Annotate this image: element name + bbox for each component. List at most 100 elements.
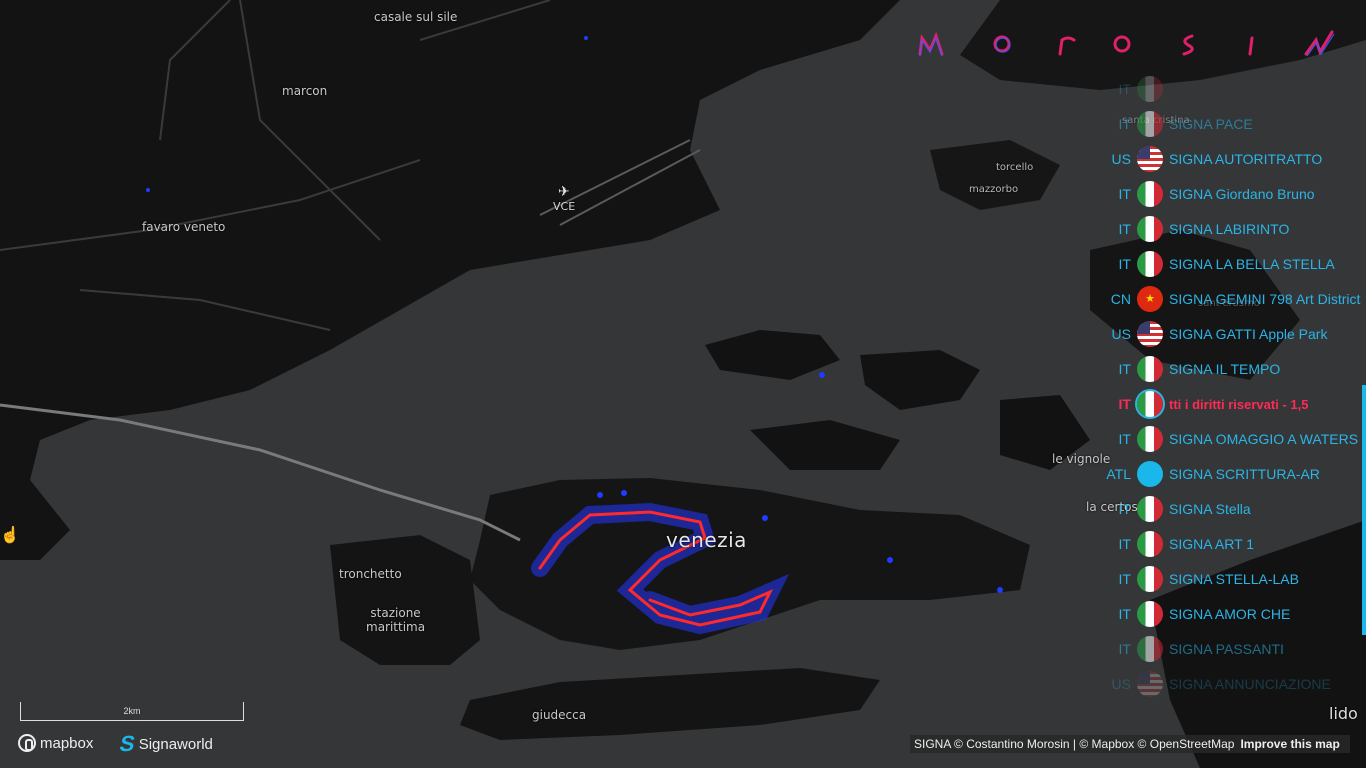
- artwork-item[interactable]: IT SIGNA Stella: [1096, 494, 1366, 524]
- it-flag-icon: [1137, 76, 1163, 102]
- place-airport: VCE: [553, 200, 576, 213]
- place-giudecca: giudecca: [532, 708, 587, 722]
- artwork-item[interactable]: ATL SIGNA SCRITTURA-AR: [1096, 459, 1366, 489]
- artwork-country-code: IT: [1118, 641, 1131, 657]
- artwork-item[interactable]: IT SIGNA STELLA-LAB: [1096, 564, 1366, 594]
- improve-map-link[interactable]: Improve this map: [1240, 737, 1339, 751]
- it-flag-icon: [1137, 426, 1163, 452]
- artwork-country-code: US: [1111, 151, 1131, 167]
- artwork-country-code: IT: [1118, 606, 1131, 622]
- attribution-text[interactable]: SIGNA © Costantino Morosin | © Mapbox © …: [914, 737, 1234, 751]
- mapbox-logo[interactable]: mapbox: [18, 734, 93, 752]
- artwork-title[interactable]: SIGNA Giordano Bruno: [1169, 186, 1315, 202]
- us-flag-icon: [1137, 146, 1163, 172]
- place-casale: casale sul sile: [374, 10, 458, 24]
- map-attribution: SIGNA © Costantino Morosin | © Mapbox © …: [910, 735, 1350, 753]
- artwork-item[interactable]: IT tti i diritti riservati - 1,5: [1096, 389, 1366, 419]
- artwork-item[interactable]: IT SIGNA OMAGGIO A WATERS: [1096, 424, 1366, 454]
- artwork-country-code: IT: [1118, 501, 1131, 517]
- artwork-country-code: IT: [1118, 81, 1131, 97]
- artwork-country-code: ATL: [1106, 466, 1131, 482]
- it-flag-icon: [1137, 601, 1163, 627]
- mapbox-label: mapbox: [40, 734, 94, 752]
- us-flag-icon: [1137, 671, 1163, 697]
- artwork-title[interactable]: SIGNA LABIRINTO: [1169, 221, 1289, 237]
- artwork-item[interactable]: IT SIGNA Giordano Bruno: [1096, 179, 1366, 209]
- it-flag-icon: [1137, 531, 1163, 557]
- artwork-country-code: IT: [1118, 186, 1131, 202]
- artwork-item[interactable]: CN ★ SIGNA GEMINI 798 Art District: [1096, 284, 1366, 314]
- place-favaro: favaro veneto: [142, 220, 226, 234]
- artwork-title[interactable]: SIGNA ANNUNCIAZIONE: [1169, 676, 1331, 692]
- it-flag-icon: [1137, 251, 1163, 277]
- artwork-title[interactable]: SIGNA GEMINI 798 Art District: [1169, 291, 1360, 307]
- artwork-title[interactable]: SIGNA SCRITTURA-AR: [1169, 466, 1320, 482]
- venezia-island: [470, 478, 1030, 650]
- mainland-land: [0, 0, 900, 560]
- it-flag-icon: [1137, 566, 1163, 592]
- signaworld-label: Signaworld: [138, 735, 213, 753]
- morosin-logo[interactable]: [912, 20, 1352, 70]
- artwork-item[interactable]: IT SIGNA ART 1: [1096, 529, 1366, 559]
- artwork-item[interactable]: US SIGNA AUTORITRATTO: [1096, 144, 1366, 174]
- place-venezia: venezia: [666, 528, 747, 552]
- artwork-item[interactable]: IT SIGNA IL TEMPO: [1096, 354, 1366, 384]
- airport-icon: ✈: [558, 184, 570, 200]
- artwork-title[interactable]: SIGNA AMOR CHE: [1169, 606, 1290, 622]
- artwork-item[interactable]: IT SIGNA PACE: [1096, 109, 1366, 139]
- place-mazzorbo: mazzorbo: [969, 184, 1019, 195]
- mid-island-c: [750, 420, 900, 470]
- artwork-item[interactable]: US SIGNA ANNUNCIAZIONE: [1096, 669, 1366, 699]
- place-stazione-marittima: stazione marittima: [366, 606, 426, 634]
- signaworld-icon: S: [117, 731, 138, 756]
- map-scale: 2km: [20, 702, 244, 721]
- it-flag-icon: [1137, 181, 1163, 207]
- liberta-bridge: [0, 403, 521, 542]
- artwork-country-code: IT: [1118, 221, 1131, 237]
- artwork-title[interactable]: SIGNA GATTI Apple Park: [1169, 326, 1327, 342]
- artwork-item[interactable]: IT SIGNA AMOR CHE: [1096, 599, 1366, 629]
- artwork-title[interactable]: SIGNA ART 1: [1169, 536, 1254, 552]
- artwork-country-code: IT: [1118, 431, 1131, 447]
- mid-island-b: [860, 350, 980, 410]
- place-marcon: marcon: [282, 84, 328, 98]
- it-flag-icon: [1137, 636, 1163, 662]
- artwork-country-code: US: [1111, 676, 1131, 692]
- it-flag-icon: [1137, 356, 1163, 382]
- artwork-title[interactable]: SIGNA PASSANTI: [1169, 641, 1284, 657]
- mid-island-a: [705, 330, 840, 380]
- artwork-title[interactable]: SIGNA Stella: [1169, 501, 1251, 517]
- artwork-item[interactable]: US SIGNA GATTI Apple Park: [1096, 319, 1366, 349]
- artwork-title[interactable]: tti i diritti riservati - 1,5: [1169, 397, 1308, 412]
- artwork-country-code: IT: [1118, 361, 1131, 377]
- artwork-item[interactable]: IT SIGNA LABIRINTO: [1096, 214, 1366, 244]
- artwork-item[interactable]: IT: [1096, 74, 1366, 104]
- hand-cursor-icon: ☝: [0, 527, 20, 544]
- artwork-title[interactable]: SIGNA PACE: [1169, 116, 1253, 132]
- tronchetto-island: [330, 535, 480, 665]
- artwork-title[interactable]: SIGNA IL TEMPO: [1169, 361, 1280, 377]
- it-flag-icon: [1137, 111, 1163, 137]
- mapbox-icon: [18, 734, 36, 752]
- torcello-island: [930, 140, 1060, 210]
- artwork-country-code: CN: [1110, 291, 1131, 307]
- artwork-country-code: IT: [1118, 396, 1131, 412]
- atl-flag-icon: [1137, 461, 1163, 487]
- place-tronchetto: tronchetto: [339, 567, 402, 581]
- artwork-list[interactable]: IT IT SIGNA PACE US SIGNA AUTORITRATTO IT SIGN…: [1096, 72, 1366, 702]
- us-flag-icon: [1137, 321, 1163, 347]
- list-scrollbar[interactable]: [1362, 385, 1366, 635]
- place-torcello: torcello: [996, 162, 1034, 173]
- artwork-item[interactable]: IT SIGNA LA BELLA STELLA: [1096, 249, 1366, 279]
- signaworld-logo[interactable]: S Signaworld: [117, 731, 213, 757]
- artwork-country-code: US: [1111, 326, 1131, 342]
- artwork-item[interactable]: IT SIGNA PASSANTI: [1096, 634, 1366, 664]
- artwork-title[interactable]: SIGNA STELLA-LAB: [1169, 571, 1299, 587]
- artwork-title[interactable]: SIGNA OMAGGIO A WATERS: [1169, 431, 1358, 447]
- artwork-title[interactable]: SIGNA AUTORITRATTO: [1169, 151, 1322, 167]
- artwork-country-code: IT: [1118, 571, 1131, 587]
- artwork-title[interactable]: SIGNA LA BELLA STELLA: [1169, 256, 1335, 272]
- artwork-country-code: IT: [1118, 536, 1131, 552]
- it-flag-icon: [1137, 496, 1163, 522]
- it-flag-icon: [1137, 391, 1163, 417]
